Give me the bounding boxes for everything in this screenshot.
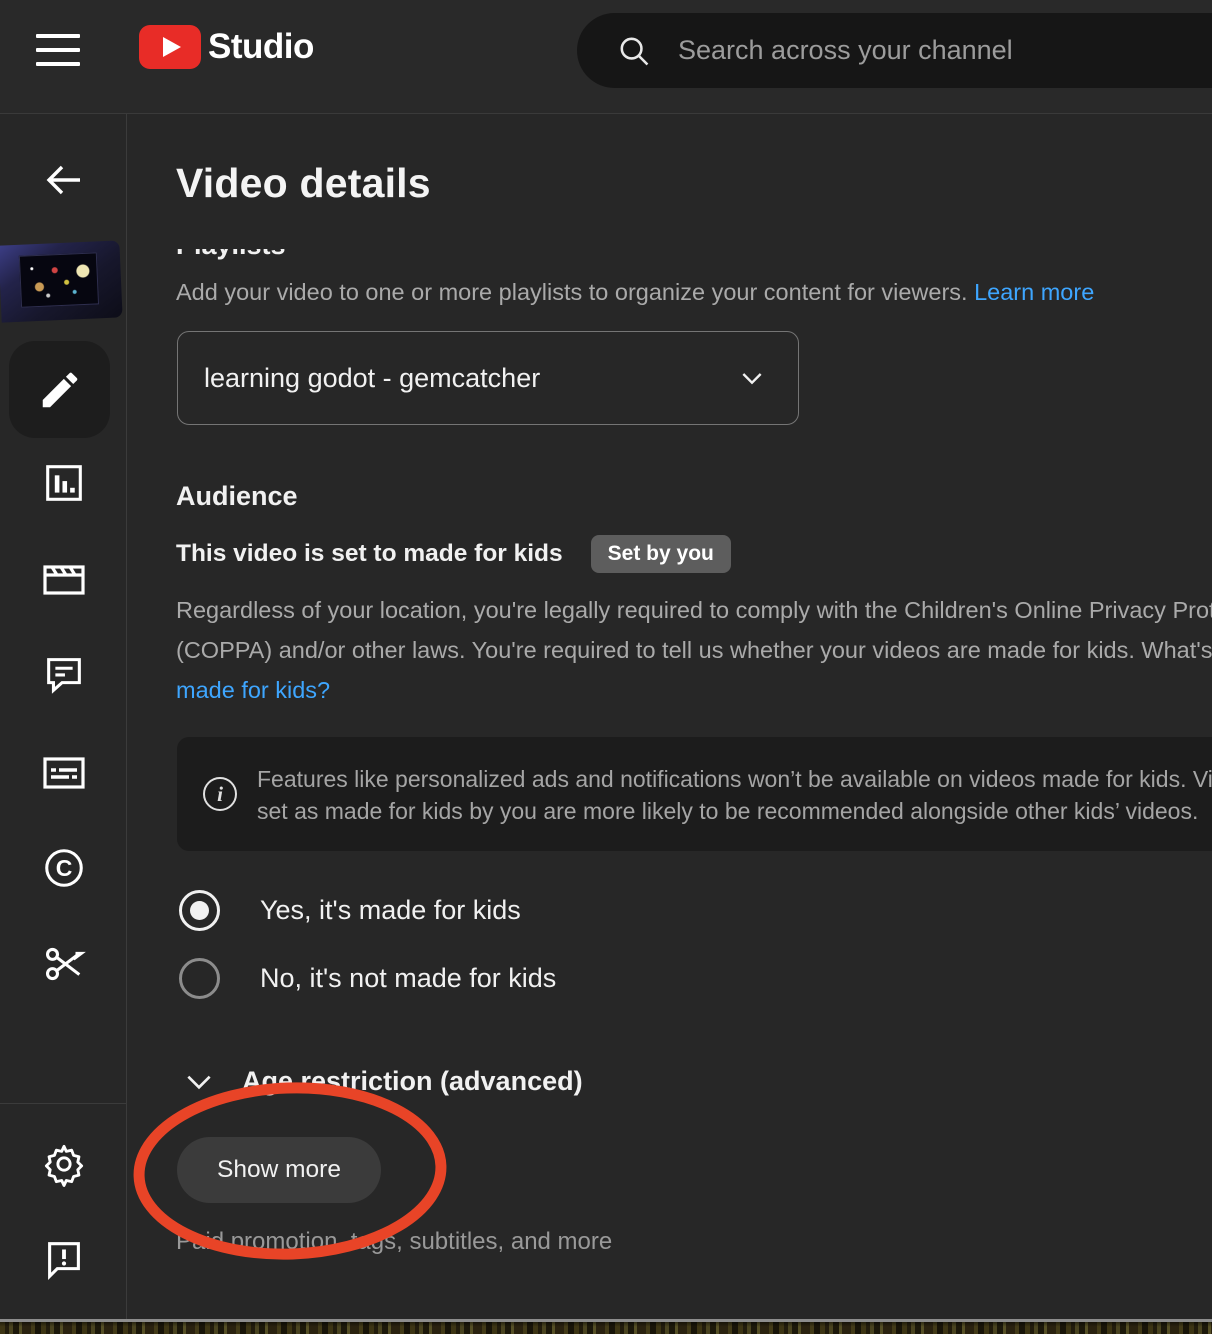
sidebar-item-comments[interactable]	[0, 651, 127, 697]
back-arrow-icon	[40, 156, 88, 204]
radio-yes-label: Yes, it's made for kids	[260, 895, 521, 926]
top-app-bar: Studio	[0, 0, 1212, 114]
sidebar-item-editor[interactable]	[0, 558, 127, 602]
sidebar-item-details-selected[interactable]	[9, 341, 110, 438]
studio-logo-text: Studio	[208, 27, 314, 67]
playlists-section-heading-clipped: Playlists	[176, 249, 286, 262]
radio-unselected-icon[interactable]	[179, 958, 220, 999]
video-sidebar: C	[0, 114, 127, 1320]
info-line-1: Features like personalized ads and notif…	[257, 763, 1212, 795]
made-for-kids-info-box: i Features like personalized ads and not…	[177, 737, 1212, 851]
back-button[interactable]	[0, 156, 127, 204]
set-by-you-badge: Set by you	[591, 535, 731, 573]
svg-text:C: C	[55, 855, 72, 881]
sidebar-item-analytics[interactable]	[0, 460, 127, 506]
made-for-kids-link[interactable]: made for kids?	[176, 677, 330, 703]
page-title: Video details	[176, 160, 431, 207]
radio-yes-made-for-kids[interactable]: Yes, it's made for kids	[179, 890, 521, 931]
show-more-button[interactable]: Show more	[177, 1137, 381, 1203]
playlist-dropdown[interactable]: learning godot - gemcatcher	[177, 331, 799, 425]
playlists-description: Add your video to one or more playlists …	[176, 279, 1094, 306]
copyright-icon: C	[41, 845, 87, 891]
made-for-kids-status-row: This video is set to made for kids Set b…	[176, 535, 731, 573]
chevron-down-icon	[736, 362, 768, 394]
feedback-icon	[41, 1237, 87, 1283]
playlist-dropdown-value: learning godot - gemcatcher	[204, 363, 736, 394]
age-restriction-label: Age restriction (advanced)	[242, 1066, 583, 1097]
coppa-line-1: Regardless of your location, you're lega…	[176, 590, 1212, 630]
sidebar-item-subtitles[interactable]	[0, 752, 127, 794]
pencil-icon	[37, 367, 83, 413]
audience-heading: Audience	[176, 481, 298, 512]
thumbnail-game-viewport	[19, 252, 99, 307]
show-more-hint: Paid promotion, tags, subtitles, and mor…	[176, 1228, 612, 1256]
youtube-play-icon	[139, 25, 201, 69]
search-icon	[615, 32, 653, 70]
radio-selected-icon[interactable]	[179, 890, 220, 931]
comment-icon	[41, 651, 87, 697]
info-line-2: set as made for kids by you are more lik…	[257, 795, 1212, 827]
youtube-studio-window: Studio	[0, 0, 1212, 1334]
playlists-description-text: Add your video to one or more playlists …	[176, 279, 974, 305]
search-input[interactable]	[678, 35, 1158, 66]
expand-chevron-icon	[183, 1071, 215, 1093]
show-more-label: Show more	[217, 1156, 341, 1184]
analytics-icon	[41, 460, 87, 506]
learn-more-link[interactable]: Learn more	[974, 279, 1094, 305]
radio-no-label: No, it's not made for kids	[260, 963, 556, 994]
sidebar-item-feedback[interactable]	[0, 1237, 127, 1283]
age-restriction-expander[interactable]: Age restriction (advanced)	[183, 1066, 583, 1097]
coppa-legal-text: Regardless of your location, you're lega…	[176, 590, 1212, 710]
sidebar-divider	[0, 1103, 127, 1104]
radio-no-not-made-for-kids[interactable]: No, it's not made for kids	[179, 958, 556, 999]
channel-search-bar[interactable]	[577, 13, 1212, 88]
made-for-kids-status: This video is set to made for kids	[176, 540, 563, 568]
info-icon: i	[203, 777, 237, 811]
sidebar-item-settings[interactable]	[0, 1141, 127, 1187]
gear-icon	[41, 1141, 87, 1187]
menu-icon[interactable]	[36, 34, 82, 70]
subtitles-icon	[40, 752, 88, 794]
background-game-grass	[0, 1322, 1212, 1334]
sidebar-item-copyright[interactable]: C	[0, 845, 127, 891]
sidebar-item-cut[interactable]	[0, 941, 127, 987]
clapperboard-icon	[40, 558, 88, 602]
scissors-icon	[41, 941, 87, 987]
youtube-studio-logo[interactable]: Studio	[139, 25, 314, 69]
video-thumbnail[interactable]	[0, 240, 123, 322]
coppa-line-2: (COPPA) and/or other laws. You're requir…	[176, 630, 1212, 670]
